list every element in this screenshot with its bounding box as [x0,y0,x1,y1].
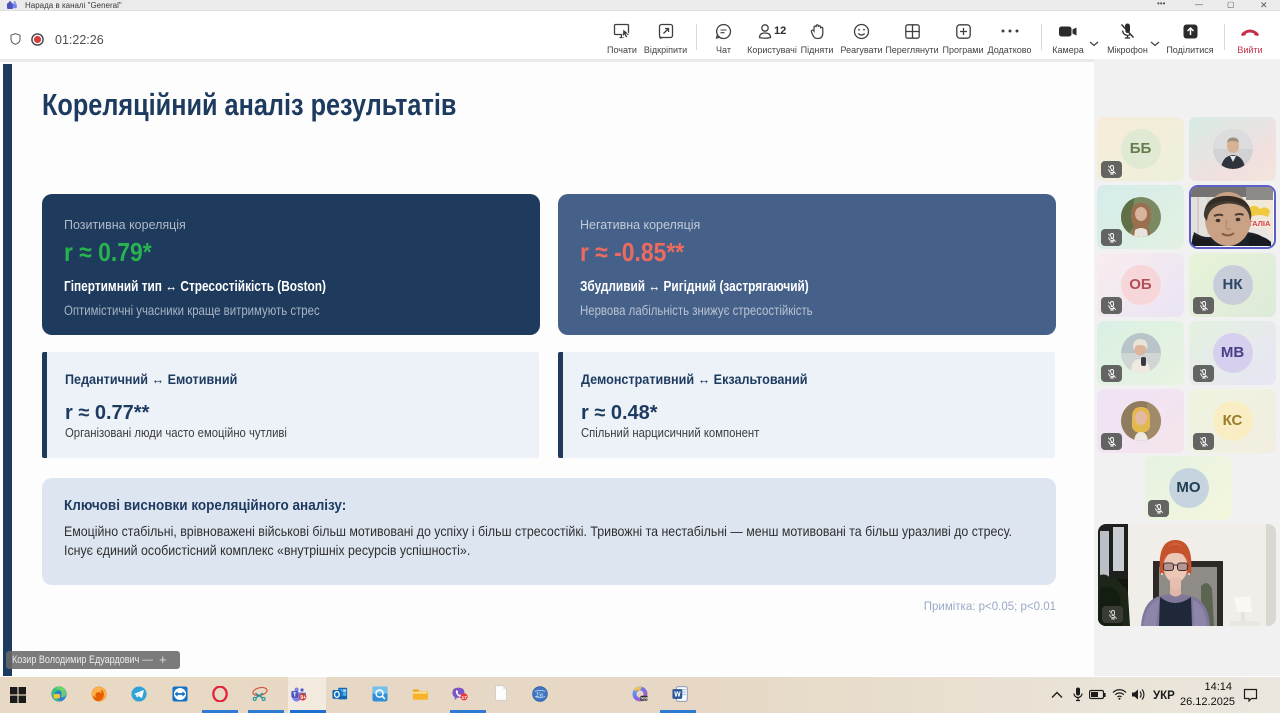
svg-text:9+: 9+ [300,695,306,701]
svg-text:17: 17 [461,695,467,701]
svg-text:12: 12 [774,25,786,37]
svg-text:ТАЛІА: ТАЛІА [1248,219,1271,228]
svg-text:M365: M365 [641,697,648,701]
svg-text:Σα: Σα [535,692,544,699]
